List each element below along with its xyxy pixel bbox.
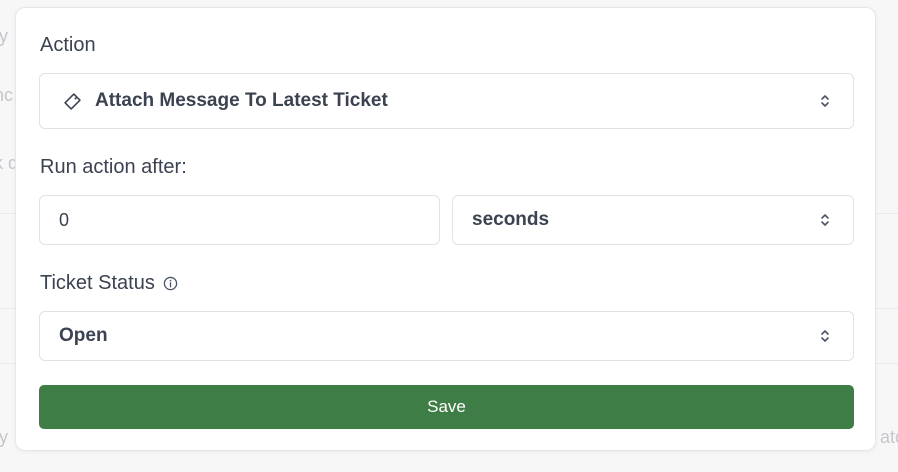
background-text-fragment: fy [0, 427, 9, 447]
delay-unit-value: seconds [472, 209, 550, 230]
save-button[interactable]: Save [39, 385, 854, 429]
delay-input[interactable]: 0 [39, 195, 440, 245]
ticket-status-label-text: Ticket Status [40, 272, 155, 294]
action-select[interactable]: Attach Message To Latest Ticket [39, 73, 854, 129]
ticket-status-label: Ticket Status [40, 272, 178, 295]
ticket-icon [62, 91, 83, 112]
action-label: Action [40, 34, 96, 57]
background-text-fragment: atc [879, 427, 898, 447]
action-label-text: Action [40, 34, 96, 56]
chevron-up-down-icon [819, 212, 853, 228]
run-after-label-text: Run action after: [40, 156, 187, 178]
action-select-value: Attach Message To Latest Ticket [95, 90, 388, 111]
ticket-status-value: Open [59, 325, 108, 346]
run-after-label: Run action after: [40, 156, 187, 179]
chevron-up-down-icon [819, 93, 853, 109]
save-button-label: Save [427, 397, 466, 416]
delay-input-value: 0 [59, 209, 70, 230]
delay-unit-select[interactable]: seconds [452, 195, 854, 245]
background-text-fragment: fy [0, 26, 9, 46]
action-settings-modal: Action Attach Message To Latest Ticket R… [15, 7, 876, 451]
info-icon[interactable] [163, 276, 178, 291]
background-text-fragment: nc [0, 85, 14, 105]
chevron-up-down-icon [819, 328, 853, 344]
ticket-status-select[interactable]: Open [39, 311, 854, 361]
